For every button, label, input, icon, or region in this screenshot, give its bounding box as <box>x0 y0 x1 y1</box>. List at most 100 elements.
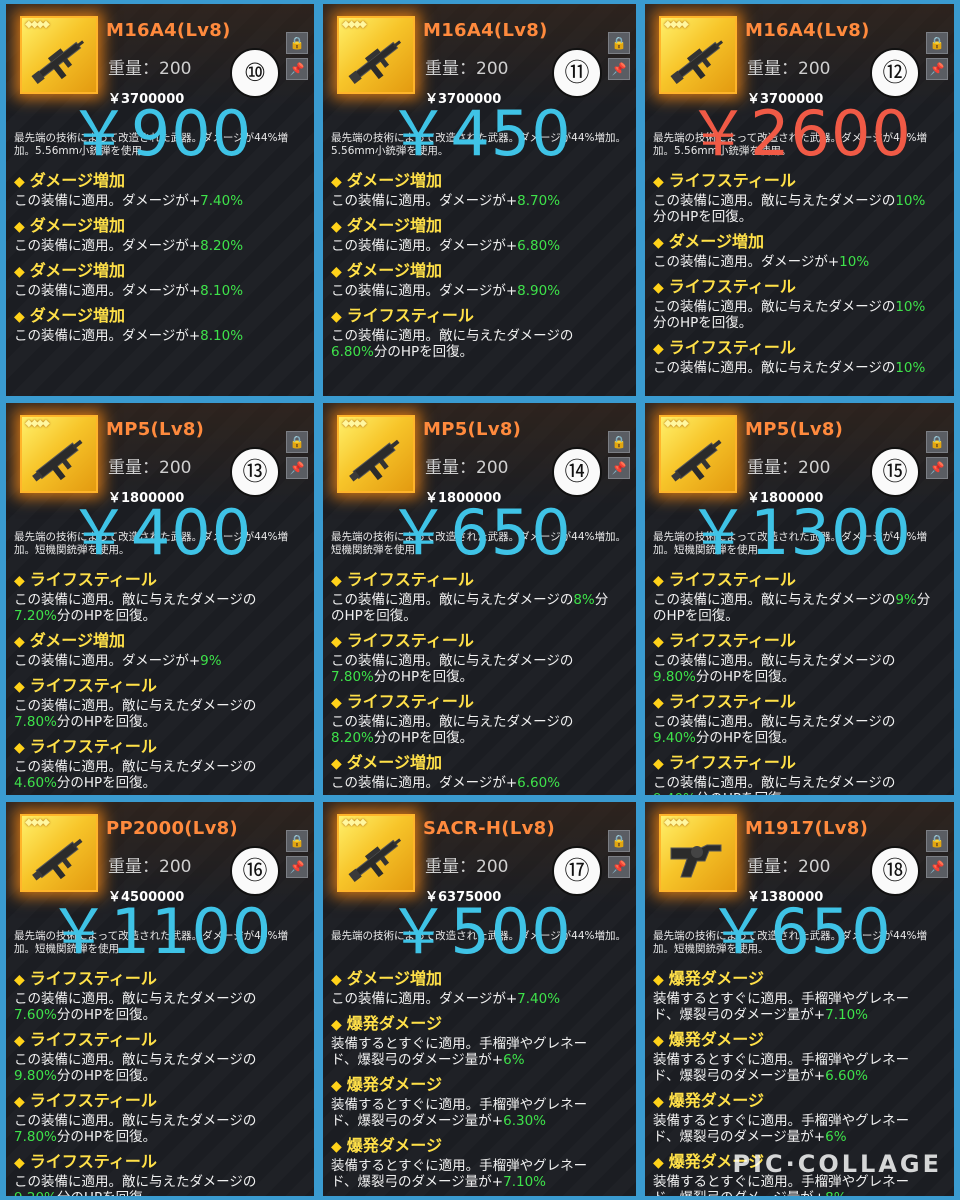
weapon-icon[interactable]: ◆◆◆◆ <box>20 16 98 94</box>
perk-value: 6.30% <box>503 1113 546 1129</box>
item-card[interactable]: ◆◆◆◆ MP5(Lv8) 重量：200 ￥1800000 🔒 📌 ⑮ 最先端の技術によって改… <box>645 403 954 795</box>
perk-title: ライフスティール <box>29 570 157 589</box>
item-weight: 重量：200 <box>425 59 509 79</box>
lock-icon[interactable]: 🔒 <box>926 431 948 453</box>
pin-icon[interactable]: 📌 <box>608 457 630 479</box>
perk-desc-tail: 分のHPを回復。 <box>373 730 474 746</box>
perk: ◆ ダメージ増加 この装備に適用。ダメージが+10% <box>653 231 948 270</box>
diamond-bullet-icon: ◆ <box>653 634 664 650</box>
perk-title: ライフスティール <box>346 631 474 650</box>
lock-icon[interactable]: 🔒 <box>286 431 308 453</box>
item-weight: 重量：200 <box>747 59 831 79</box>
perk: ◆ ライフスティール この装備に適用。敵に与えたダメージの10% <box>653 337 948 376</box>
lock-icon[interactable]: 🔒 <box>926 32 948 54</box>
perk-desc: この装備に適用。敵に与えたダメージの <box>653 193 896 209</box>
perk-title: 爆発ダメージ <box>346 1075 442 1094</box>
rarity-diamonds-icon: ◆◆◆◆ <box>25 418 50 429</box>
weapon-icon[interactable]: ◆◆◆◆ <box>337 415 415 493</box>
item-card[interactable]: ◆◆◆◆ SACR-H(Lv8) 重量：200 ￥6375000 🔒 📌 ⑰ 最先端の技術によ… <box>323 802 636 1196</box>
weapon-icon[interactable]: ◆◆◆◆ <box>337 16 415 94</box>
perk-desc: この装備に適用。敵に与えたダメージの <box>14 698 257 714</box>
perk-desc-tail: 分のHPを回復。 <box>56 608 157 624</box>
lock-icon[interactable]: 🔒 <box>286 32 308 54</box>
perk-desc: この装備に適用。敵に与えたダメージの <box>14 1052 257 1068</box>
item-card[interactable]: ◆◆◆◆ M16A4(Lv8) 重量：200 ￥3700000 🔒 📌 ⑪ 最先端の技術によっ… <box>323 4 636 396</box>
lock-icon[interactable]: 🔒 <box>608 431 630 453</box>
perk-desc: この装備に適用。敵に与えたダメージの <box>653 714 896 730</box>
perk-list: ◆ ライフスティール この装備に適用。敵に与えたダメージの 7.20%分のHPを回復… <box>14 569 308 795</box>
perk-value: 7.80% <box>14 714 57 730</box>
sale-price-label: ￥500 <box>387 895 572 968</box>
item-name: PP2000(Lv8) <box>106 818 238 839</box>
perk-desc: この装備に適用。敵に与えたダメージの <box>331 714 574 730</box>
perk-title: ライフスティール <box>668 277 796 296</box>
sale-price-label: ￥450 <box>387 97 572 170</box>
weapon-icon[interactable]: ◆◆◆◆ <box>659 415 737 493</box>
perk-desc: この装備に適用。ダメージが+ <box>14 283 201 299</box>
perk-value: 7.80% <box>331 669 374 685</box>
perk-desc: この装備に適用。敵に与えたダメージの <box>14 592 257 608</box>
item-card[interactable]: ◆◆◆◆ M16A4(Lv8) 重量：200 ￥3700000 🔒 📌 ⑫ 最先端の技術によっ… <box>645 4 954 396</box>
perk-desc: この装備に適用。敵に与えたダメージの <box>14 991 257 1007</box>
sale-price-label: ￥900 <box>67 97 253 170</box>
sale-price-label: ￥1100 <box>47 895 273 968</box>
perk: ◆ ライフスティール この装備に適用。敵に与えたダメージの 7.60%分のHPを回復… <box>14 968 308 1023</box>
perk-desc: この装備に適用。ダメージが+ <box>653 254 840 270</box>
lock-icon[interactable]: 🔒 <box>926 830 948 852</box>
pin-icon[interactable]: 📌 <box>286 856 308 878</box>
item-card[interactable]: ◆◆◆◆ MP5(Lv8) 重量：200 ￥1800000 🔒 📌 ⑭ 最先端の技術によって改… <box>323 403 636 795</box>
weapon-icon[interactable]: ◆◆◆◆ <box>337 814 415 892</box>
item-card[interactable]: ◆◆◆◆ M16A4(Lv8) 重量：200 ￥3700000 🔒 📌 ⑩ 最先端の技術によっ… <box>6 4 314 396</box>
item-card[interactable]: ◆◆◆◆ M1917(Lv8) 重量：200 ￥1380000 🔒 📌 ⑱ 最先端の技術によっ… <box>645 802 954 1196</box>
perk-value: 6% <box>503 1052 525 1068</box>
lock-icon[interactable]: 🔒 <box>608 32 630 54</box>
perk-desc-tail: 分のHPを回復。 <box>653 209 753 225</box>
pin-icon[interactable]: 📌 <box>926 457 948 479</box>
perk-desc: この装備に適用。ダメージが+ <box>331 193 518 209</box>
diamond-bullet-icon: ◆ <box>14 634 25 650</box>
item-card[interactable]: ◆◆◆◆ MP5(Lv8) 重量：200 ￥1800000 🔒 📌 ⑬ 最先端の技術によって改… <box>6 403 314 795</box>
pin-icon[interactable]: 📌 <box>926 856 948 878</box>
perk-title: ダメージ増加 <box>346 216 442 235</box>
perk-title: ライフスティール <box>29 1152 157 1171</box>
rarity-diamonds-icon: ◆◆◆◆ <box>664 19 689 30</box>
diamond-bullet-icon: ◆ <box>14 1094 25 1110</box>
item-number-badge: ⑪ <box>552 48 602 98</box>
rarity-diamonds-icon: ◆◆◆◆ <box>342 19 367 30</box>
item-card[interactable]: ◆◆◆◆ PP2000(Lv8) 重量：200 ￥4500000 🔒 📌 ⑯ 最先端の技術によ… <box>6 802 314 1196</box>
pin-icon[interactable]: 📌 <box>286 58 308 80</box>
diamond-bullet-icon: ◆ <box>331 219 342 235</box>
pin-icon[interactable]: 📌 <box>286 457 308 479</box>
perk-desc-tail: 分のHPを回復。 <box>373 669 474 685</box>
perk: ◆ ライフスティール この装備に適用。敵に与えたダメージの 9.80%分のHPを回復… <box>14 1029 308 1084</box>
sale-price-label: ￥650 <box>707 895 892 968</box>
lock-icon[interactable]: 🔒 <box>608 830 630 852</box>
pin-icon[interactable]: 📌 <box>608 856 630 878</box>
perk-title: ライフスティール <box>29 1091 157 1110</box>
pin-icon[interactable]: 📌 <box>926 58 948 80</box>
perk-desc: この装備に適用。敵に与えたダメージの <box>331 653 574 669</box>
weapon-icon[interactable]: ◆◆◆◆ <box>20 814 98 892</box>
pin-icon[interactable]: 📌 <box>608 58 630 80</box>
perk: ◆爆発ダメージ装備するとすぐに適用。手榴弾やグレネー ド、爆裂弓のダメージ量が+… <box>653 968 948 1023</box>
diamond-bullet-icon: ◆ <box>331 174 342 190</box>
item-number-badge: ⑬ <box>230 447 280 497</box>
perk-desc-tail: 分のHPを回復。 <box>56 775 157 791</box>
perk-desc: 装備するとすぐに適用。手榴弾やグレネー ド、爆裂弓のダメージ量が+ <box>331 1097 588 1129</box>
perk-title: ダメージ増加 <box>29 631 125 650</box>
diamond-bullet-icon: ◆ <box>14 972 25 988</box>
perk-value: 8.10% <box>200 283 244 299</box>
perk-title: ダメージ増加 <box>668 232 764 251</box>
diamond-bullet-icon: ◆ <box>331 972 342 988</box>
perk: ◆ ダメージ増加 この装備に適用。ダメージが+8.90% <box>331 260 630 299</box>
perk-title: ライフスティール <box>668 753 796 772</box>
diamond-bullet-icon: ◆ <box>14 740 25 756</box>
weapon-icon[interactable]: ◆◆◆◆ <box>659 16 737 94</box>
perk-value: 9.80% <box>653 669 696 685</box>
perk: ◆爆発ダメージ装備するとすぐに適用。手榴弾やグレネー ド、爆裂弓のダメージ量が+… <box>653 1029 948 1084</box>
weapon-icon[interactable]: ◆◆◆◆ <box>20 415 98 493</box>
lock-icon[interactable]: 🔒 <box>286 830 308 852</box>
perk-value: 9.20% <box>14 1190 57 1196</box>
weapon-icon[interactable]: ◆◆◆◆ <box>659 814 737 892</box>
diamond-bullet-icon: ◆ <box>653 1033 664 1049</box>
